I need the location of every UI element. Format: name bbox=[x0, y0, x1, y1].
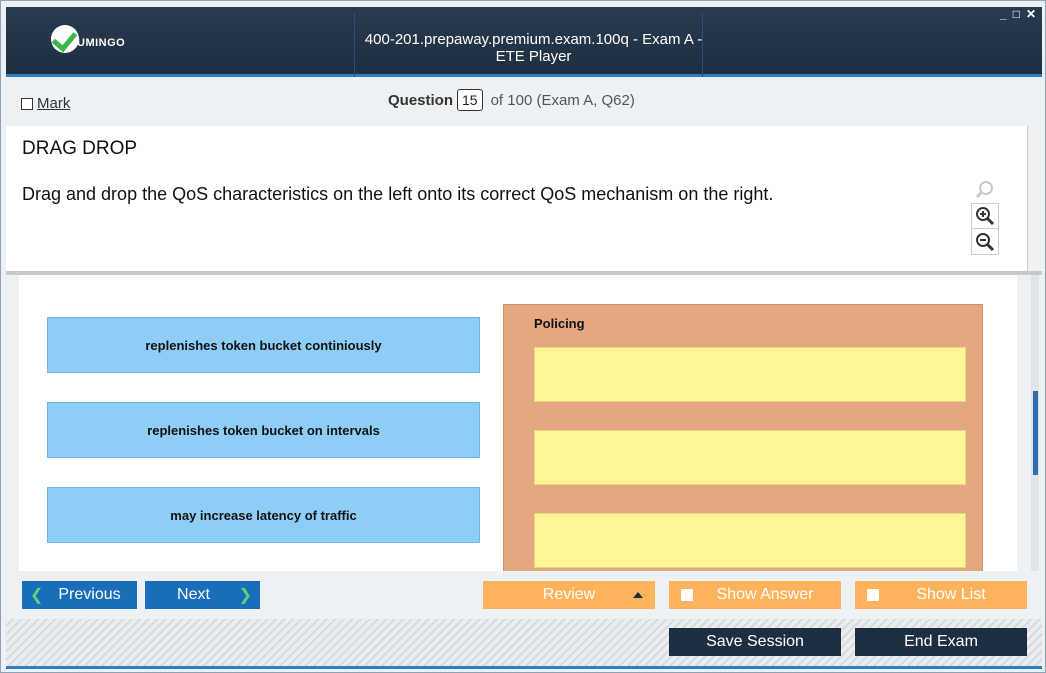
review-button[interactable]: Review bbox=[483, 581, 655, 609]
window-title: 400-201.prepaway.premium.exam.100q - Exa… bbox=[364, 31, 703, 65]
zoom-out-icon[interactable] bbox=[971, 229, 999, 255]
close-icon[interactable]: ✕ bbox=[1026, 7, 1036, 21]
app-logo: UMINGO bbox=[51, 25, 125, 53]
target-panel-heading: Policing bbox=[534, 316, 585, 331]
question-header: Mark Question 15 of 100 (Exam A, Q62) bbox=[6, 80, 1042, 125]
scrollbar-thumb[interactable] bbox=[1033, 391, 1038, 475]
drop-slot[interactable] bbox=[534, 347, 966, 402]
drop-slot[interactable] bbox=[534, 513, 966, 568]
title-bar: UMINGO 400-201.prepaway.premium.exam.100… bbox=[6, 7, 1042, 77]
vertical-scrollbar[interactable] bbox=[1031, 275, 1039, 571]
drag-item[interactable]: may increase latency of traffic bbox=[47, 487, 480, 543]
next-button[interactable]: Next ❯ bbox=[145, 581, 260, 609]
question-panel: DRAG DROP Drag and drop the QoS characte… bbox=[6, 126, 1028, 272]
logo-text: UMINGO bbox=[77, 37, 126, 49]
save-session-button[interactable]: Save Session bbox=[669, 628, 841, 656]
title-divider bbox=[354, 13, 355, 77]
previous-button[interactable]: ❮ Previous bbox=[22, 581, 137, 609]
show-list-button[interactable]: Show List bbox=[855, 581, 1027, 609]
chevron-left-icon: ❮ bbox=[30, 587, 44, 604]
question-text: Drag and drop the QoS characteristics on… bbox=[22, 184, 774, 204]
zoom-in-icon[interactable] bbox=[971, 203, 999, 229]
zoom-controls bbox=[971, 177, 1001, 255]
drag-item[interactable]: replenishes token bucket on intervals bbox=[47, 402, 480, 458]
question-number-input[interactable]: 15 bbox=[457, 89, 483, 111]
show-list-checkbox[interactable] bbox=[867, 589, 879, 601]
maximize-icon[interactable]: □ bbox=[1013, 7, 1020, 21]
show-list-label: Show List bbox=[916, 586, 986, 603]
bottom-accent-line bbox=[6, 666, 1042, 669]
window-controls: _ □ ✕ bbox=[1000, 7, 1036, 21]
previous-label: Previous bbox=[58, 586, 121, 603]
question-label: Question bbox=[388, 91, 454, 109]
policing-target-panel: Policing bbox=[503, 304, 983, 571]
caret-up-icon[interactable] bbox=[633, 592, 643, 598]
drag-item[interactable]: replenishes token bucket continiously bbox=[47, 317, 480, 373]
chevron-right-icon: ❯ bbox=[238, 587, 252, 604]
show-answer-label: Show Answer bbox=[716, 586, 814, 603]
app-window: UMINGO 400-201.prepaway.premium.exam.100… bbox=[0, 0, 1046, 673]
question-counter: Question 15 of 100 (Exam A, Q62) bbox=[388, 89, 635, 111]
drop-slot[interactable] bbox=[534, 430, 966, 485]
navigation-bar: ❮ Previous Next ❯ Review Show Answer Sho… bbox=[6, 573, 1042, 619]
review-label: Review bbox=[542, 586, 596, 603]
magnifier-icon[interactable] bbox=[971, 177, 999, 203]
drag-drop-area: replenishes token bucket continiously re… bbox=[19, 275, 1017, 571]
checkmark-logo-icon bbox=[51, 25, 79, 53]
next-label: Next bbox=[177, 586, 210, 603]
mark-checkbox-box[interactable] bbox=[21, 97, 33, 110]
question-of-text: of 100 (Exam A, Q62) bbox=[490, 91, 635, 109]
mark-checkbox[interactable]: Mark bbox=[21, 95, 70, 112]
show-answer-button[interactable]: Show Answer bbox=[669, 581, 841, 609]
show-answer-checkbox[interactable] bbox=[681, 589, 693, 601]
minimize-icon[interactable]: _ bbox=[1000, 7, 1007, 21]
footer-bar: Save Session End Exam bbox=[6, 619, 1042, 667]
mark-label: Mark bbox=[37, 95, 71, 112]
end-exam-button[interactable]: End Exam bbox=[855, 628, 1027, 656]
question-type: DRAG DROP bbox=[22, 138, 138, 159]
